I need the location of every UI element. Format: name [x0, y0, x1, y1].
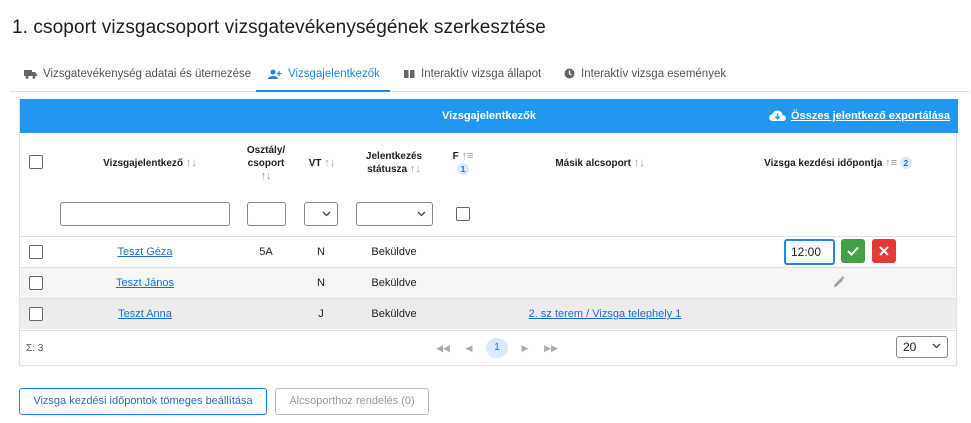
- col-header-vt[interactable]: VT ↑↓: [302, 157, 342, 170]
- tab-label: Vizsgajelentkezők: [288, 67, 380, 80]
- class-cell: [246, 268, 286, 299]
- name-filter-input[interactable]: [60, 202, 230, 226]
- vt-cell: J: [318, 308, 324, 320]
- next-page-icon[interactable]: ▶: [512, 343, 538, 354]
- class-filter-input[interactable]: [247, 202, 286, 226]
- status-cell: Beküldve: [371, 246, 417, 258]
- vt-cell: N: [317, 277, 325, 289]
- col-header-status[interactable]: Jelentkezés státusza ↑↓: [354, 150, 434, 176]
- col-label: Másik alcsoport: [555, 158, 631, 169]
- sort-icon: ↑↓: [324, 157, 336, 169]
- col-label: VT: [308, 158, 322, 169]
- bulk-start-time-button[interactable]: Vizsga kezdési időpontok tömeges beállít…: [19, 388, 267, 415]
- start-time-input[interactable]: 12:00: [784, 239, 835, 265]
- pager: ◀◀ ◀ 1 ▶ ▶▶: [430, 338, 564, 358]
- page-size-select[interactable]: 20: [896, 336, 948, 358]
- col-header-class[interactable]: Osztály/ csoport ↑↓: [240, 144, 292, 183]
- page-number-button[interactable]: 1: [486, 338, 508, 358]
- status-cell: Beküldve: [371, 277, 417, 289]
- status-cell: Beküldve: [371, 308, 417, 320]
- sort-asc-icon: ↑≡: [461, 150, 474, 162]
- col-label: Vizsga kezdési időpontja: [764, 158, 883, 169]
- truck-icon: [24, 69, 37, 79]
- prev-page-icon[interactable]: ◀: [456, 343, 482, 354]
- confirm-time-button[interactable]: [841, 239, 865, 263]
- export-label: Összes jelentkező exportálása: [791, 110, 950, 122]
- applicant-name-link[interactable]: Teszt János: [85, 268, 205, 299]
- export-all-link[interactable]: Összes jelentkező exportálása: [769, 99, 950, 133]
- sort-asc-icon: ↑≡: [885, 157, 898, 169]
- tab-label: Vizsgatevékenység adatai és ütemezése: [43, 67, 252, 80]
- cloud-download-icon: [769, 110, 787, 121]
- sort-icon: ↑↓: [633, 157, 645, 169]
- col-header-subgroup[interactable]: Másik alcsoport ↑↓: [540, 157, 660, 170]
- col-label: státusza: [367, 164, 408, 175]
- page-size-value: 20: [903, 340, 917, 354]
- tab-label: Interaktív vizsga állapot: [421, 67, 542, 80]
- col-label: Vizsgajelentkező: [103, 158, 184, 169]
- pencil-icon[interactable]: [832, 276, 845, 289]
- clock-icon: [564, 68, 575, 79]
- sort-order-badge: 1: [457, 163, 469, 175]
- tab-interactive-status[interactable]: Interaktív vizsga állapot: [404, 56, 541, 91]
- close-icon: [879, 246, 889, 256]
- panel-header: Vizsgajelentkezők Összes jelentkező expo…: [20, 99, 958, 133]
- assign-subgroup-button: Alcsoporthoz rendelés (0): [275, 388, 429, 415]
- table-row: Teszt Géza 5A N Beküldve 12:00: [20, 236, 956, 267]
- col-header-start-time[interactable]: Vizsga kezdési időpontja ↑≡ 2: [758, 157, 918, 170]
- tab-applicants[interactable]: Vizsgajelentkezők: [268, 56, 380, 91]
- col-label: Jelentkezés: [365, 151, 423, 162]
- table-row: Teszt János N Beküldve: [20, 267, 956, 298]
- sort-order-badge: 2: [899, 157, 912, 169]
- chevron-down-icon: [932, 343, 941, 349]
- tab-exam-activity[interactable]: Vizsgatevékenység adatai és ütemezése: [24, 56, 251, 91]
- row-checkbox[interactable]: [29, 245, 43, 259]
- class-cell: 5A: [259, 246, 273, 258]
- applicant-name-link[interactable]: Teszt Géza: [85, 237, 205, 268]
- col-label: Osztály/: [246, 145, 286, 156]
- col-header-name[interactable]: Vizsgajelentkező ↑↓: [90, 157, 210, 170]
- table-row: Teszt Anna J Beküldve 2. sz terem / Vizs…: [20, 298, 956, 329]
- vt-filter-select[interactable]: [304, 202, 338, 226]
- cancel-time-button[interactable]: [872, 239, 896, 263]
- applicants-panel: Vizsgajelentkezők Összes jelentkező expo…: [19, 99, 958, 366]
- active-tab-indicator: [256, 90, 390, 92]
- col-label: F: [452, 151, 459, 162]
- f-filter-checkbox[interactable]: [456, 207, 470, 221]
- select-all-checkbox[interactable]: [29, 155, 43, 169]
- row-checkbox[interactable]: [29, 276, 43, 290]
- vt-cell: N: [317, 246, 325, 258]
- table-footer: Σ: 3 ◀◀ ◀ 1 ▶ ▶▶ 20: [20, 330, 956, 365]
- applicant-name-link[interactable]: Teszt Anna: [85, 299, 205, 330]
- page-title: 1. csoport vizsgacsoport vizsgatevékenys…: [12, 17, 546, 38]
- tab-interactive-events[interactable]: Interaktív vizsga események: [564, 56, 726, 91]
- col-label: csoport: [247, 158, 285, 169]
- check-icon: [847, 246, 859, 256]
- columns-icon: [404, 69, 415, 78]
- first-page-icon[interactable]: ◀◀: [430, 343, 456, 354]
- tab-label: Interaktív vizsga események: [581, 67, 727, 80]
- tab-bar: Vizsgatevékenység adatai és ütemezése Vi…: [10, 56, 970, 92]
- last-page-icon[interactable]: ▶▶: [538, 343, 564, 354]
- sort-icon: ↑↓: [409, 163, 421, 175]
- row-count: Σ: 3: [26, 343, 44, 354]
- chevron-down-icon: [322, 211, 331, 217]
- chevron-down-icon: [417, 211, 426, 217]
- row-checkbox[interactable]: [29, 307, 43, 321]
- sort-icon: ↑↓: [260, 170, 272, 182]
- user-plus-icon: [268, 69, 282, 79]
- class-cell: [246, 299, 286, 330]
- col-header-f[interactable]: F ↑≡ 1: [448, 150, 478, 176]
- status-filter-select[interactable]: [356, 202, 433, 226]
- sort-icon: ↑↓: [185, 157, 197, 169]
- subgroup-link[interactable]: 2. sz terem / Vizsga telephely 1: [520, 299, 690, 330]
